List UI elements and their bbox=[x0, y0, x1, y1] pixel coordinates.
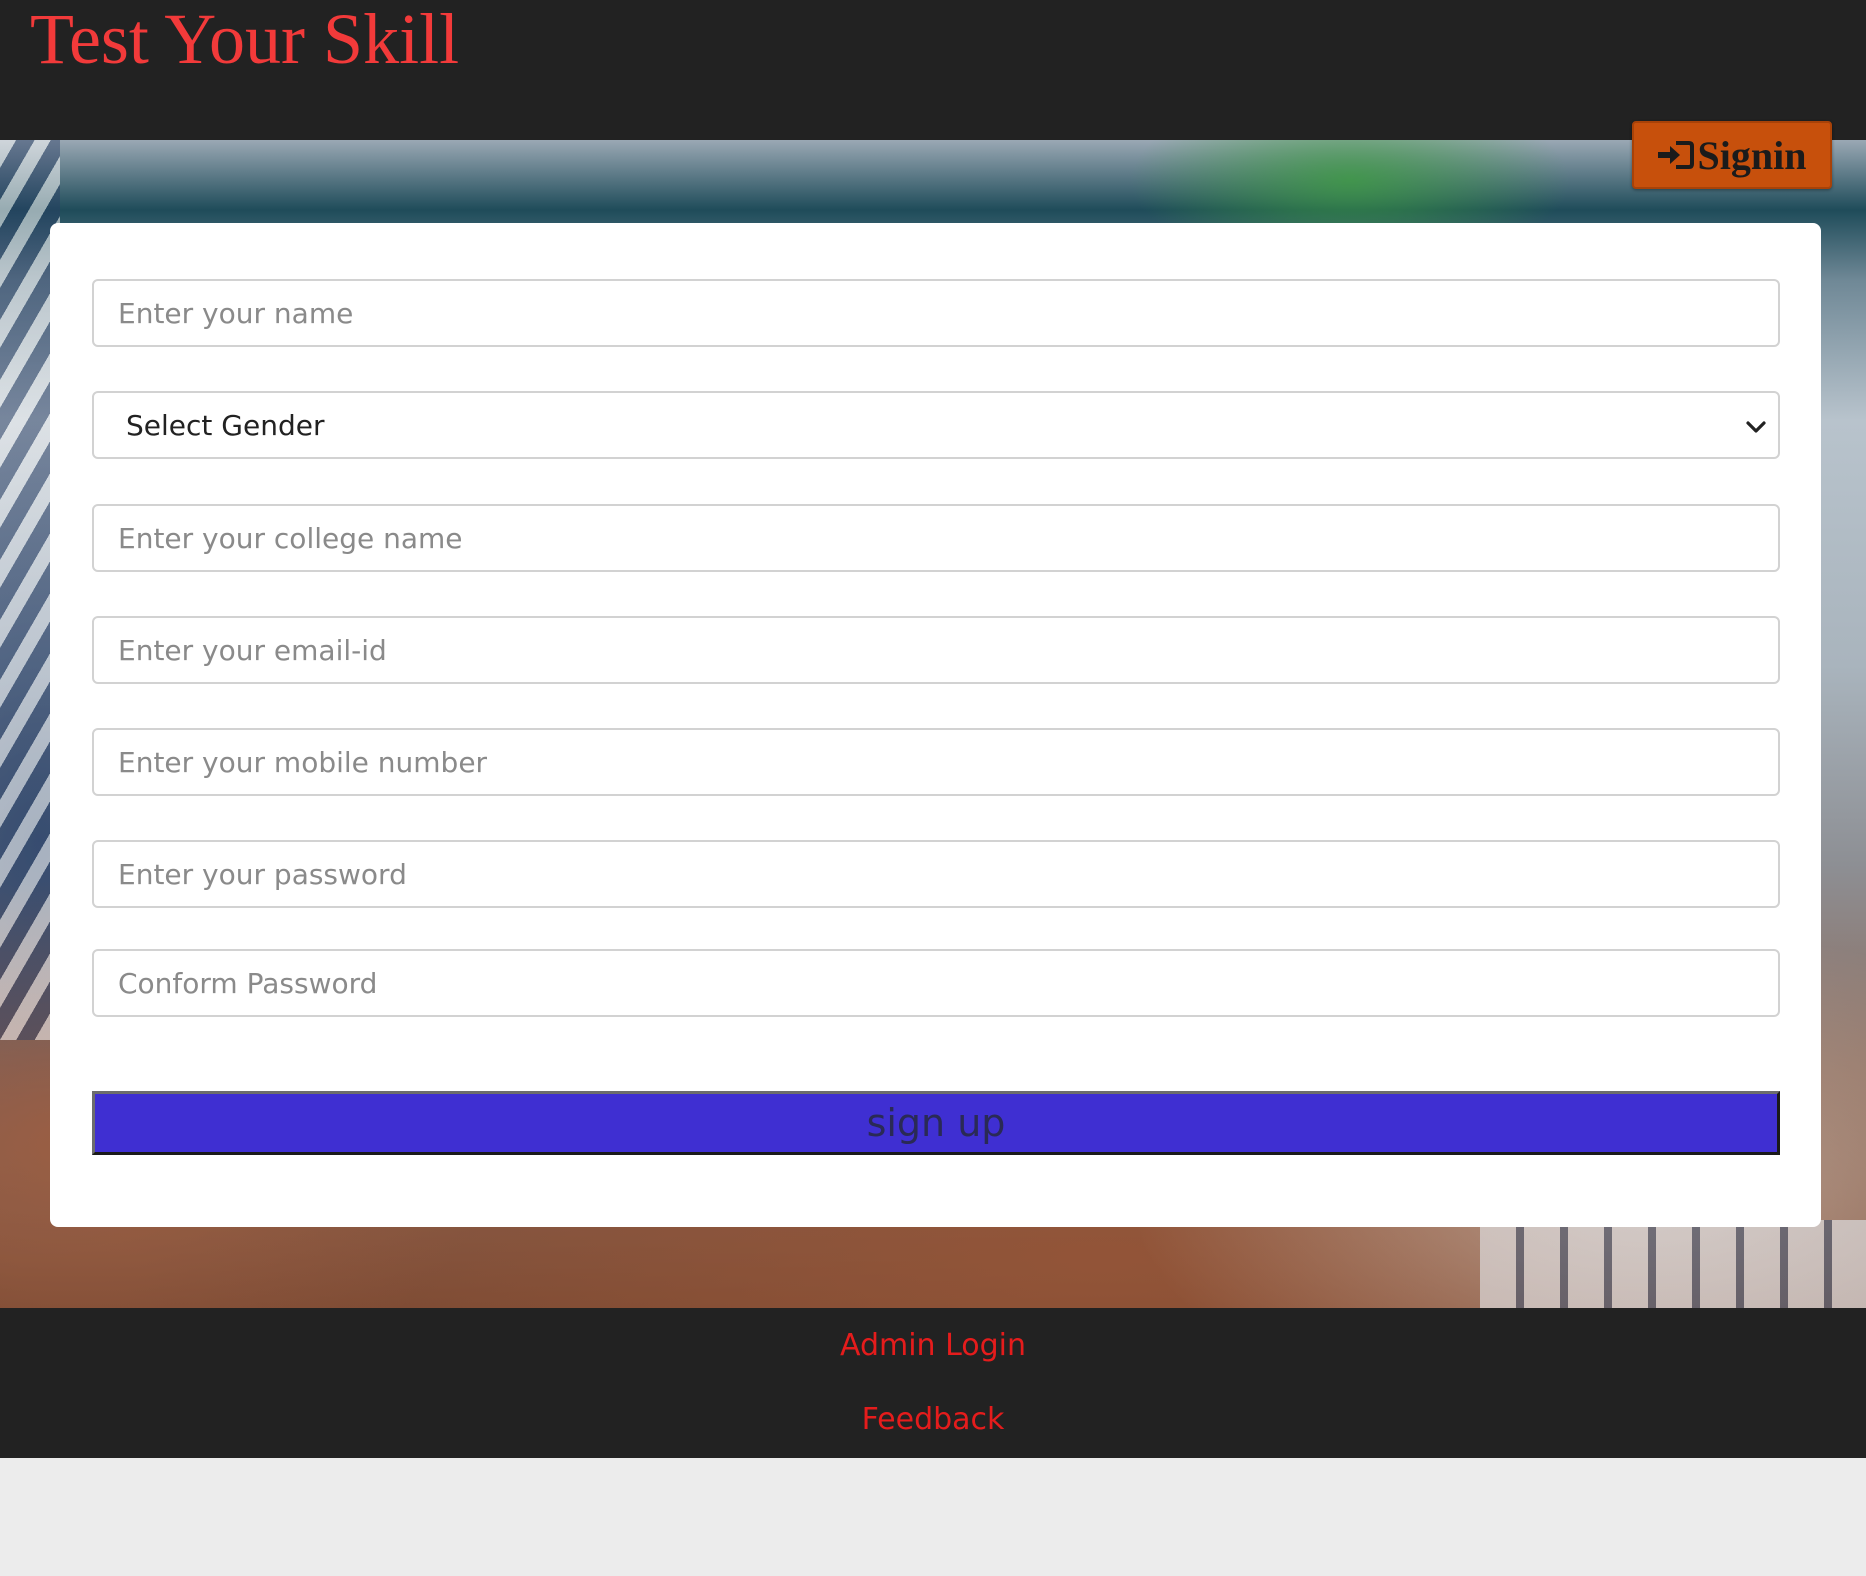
gender-select[interactable]: Select Gender bbox=[92, 391, 1780, 459]
password-input[interactable] bbox=[92, 840, 1780, 908]
email-input[interactable] bbox=[92, 616, 1780, 684]
signin-button[interactable]: Signin bbox=[1632, 121, 1832, 189]
site-title: Test Your Skill bbox=[30, 0, 460, 79]
mobile-input[interactable] bbox=[92, 728, 1780, 796]
site-header: Test Your Skill bbox=[0, 0, 1866, 140]
college-input[interactable] bbox=[92, 504, 1780, 572]
confirm-password-input[interactable] bbox=[92, 949, 1780, 1017]
sign-in-icon bbox=[1657, 140, 1694, 170]
chevron-down-icon bbox=[1744, 413, 1768, 437]
feedback-link[interactable]: Feedback bbox=[0, 1402, 1866, 1437]
name-input[interactable] bbox=[92, 279, 1780, 347]
signup-button[interactable]: sign up bbox=[92, 1091, 1780, 1155]
site-footer: Admin Login Feedback bbox=[0, 1308, 1866, 1458]
signup-form-card: Select Gender sign up bbox=[50, 223, 1821, 1227]
gender-select-value: Select Gender bbox=[126, 408, 325, 442]
background-keyboard-decoration bbox=[1480, 1220, 1866, 1308]
admin-login-link[interactable]: Admin Login bbox=[0, 1328, 1866, 1363]
signin-label: Signin bbox=[1697, 132, 1807, 178]
